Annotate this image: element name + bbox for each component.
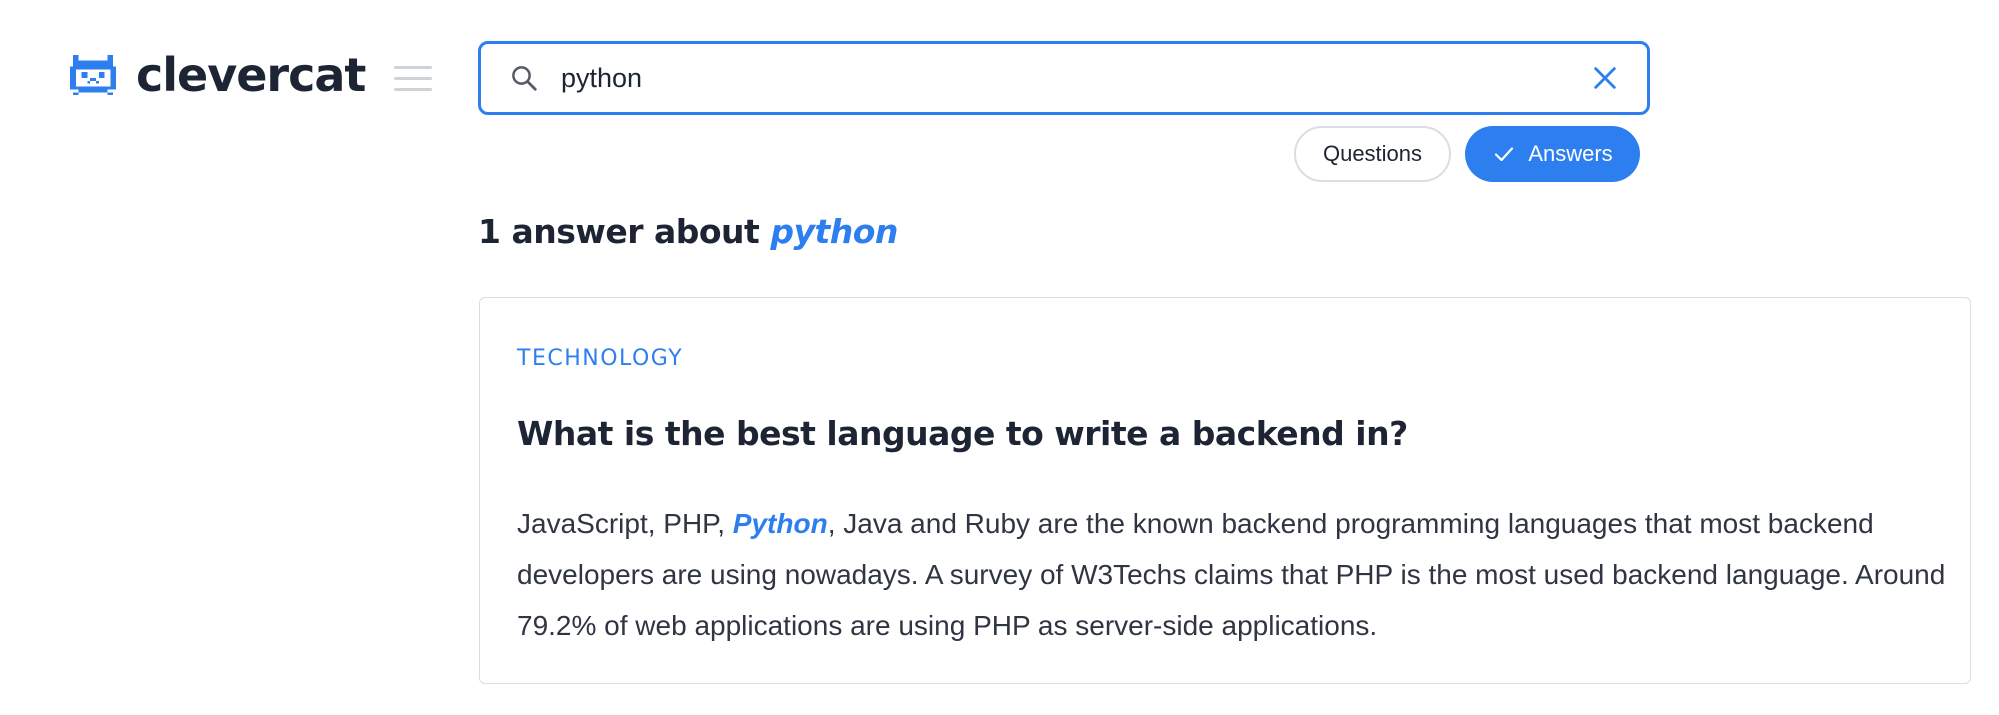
logo[interactable]: clevercat <box>70 48 366 102</box>
filter-questions-label: Questions <box>1322 141 1423 166</box>
card-category[interactable]: TECHNOLOGY <box>517 346 683 371</box>
check-icon <box>1495 147 1514 162</box>
answer-text-before: JavaScript, PHP, <box>517 508 733 539</box>
answer-card[interactable]: TECHNOLOGY What is the best language to … <box>479 297 1971 684</box>
answer-highlight: Python <box>732 508 828 539</box>
search-icon <box>512 66 537 91</box>
top-bar: clevercat Questions Answers <box>0 0 1999 182</box>
filter-tabs: Questions Answers <box>1294 126 1640 182</box>
filter-answers-button[interactable]: Answers <box>1465 126 1640 182</box>
search-box <box>478 41 1650 115</box>
results-count-text: 1 answer about <box>478 212 760 251</box>
close-icon[interactable] <box>1591 64 1619 92</box>
card-answer-text: JavaScript, PHP, Python, Java and Ruby a… <box>517 498 1947 651</box>
results-search-term: python <box>770 212 898 251</box>
hamburger-menu-icon <box>394 66 432 69</box>
results-heading: 1 answer about python <box>478 212 898 251</box>
card-question-title[interactable]: What is the best language to write a bac… <box>517 414 1408 453</box>
search-input[interactable] <box>561 48 1561 108</box>
brand-name: clevercat <box>136 48 366 102</box>
filter-answers-label: Answers <box>1528 141 1613 166</box>
menu-button[interactable] <box>394 66 432 94</box>
cat-icon <box>70 54 116 96</box>
filter-questions-button[interactable]: Questions <box>1294 126 1451 182</box>
